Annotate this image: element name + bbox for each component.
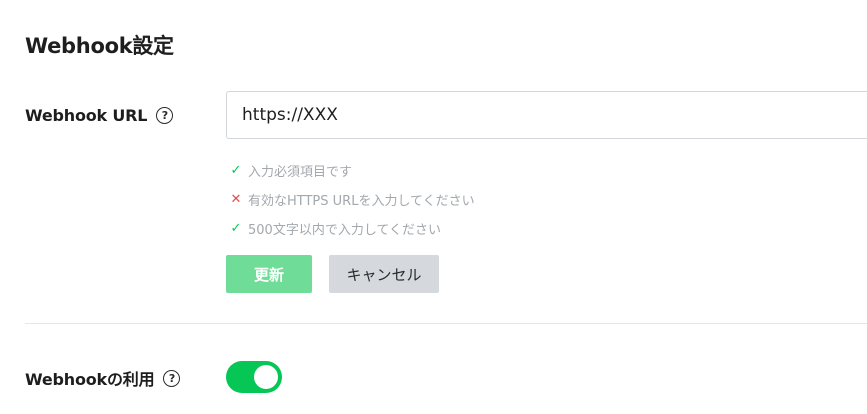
help-icon[interactable]: ? (163, 369, 181, 387)
validation-item: ✓ 入力必須項目です (229, 156, 475, 185)
check-icon: ✓ (230, 163, 242, 178)
toggle-knob (254, 365, 278, 389)
webhook-use-label: Webhookの利用 (25, 370, 155, 389)
validation-text: 有効なHTTPS URLを入力してください (248, 194, 475, 209)
validation-item: ✕ 有効なHTTPS URLを入力してください (229, 185, 475, 214)
webhook-url-label-row: Webhook URL ? (25, 102, 174, 128)
validation-item: ✓ 500文字以内で入力してください (229, 214, 475, 243)
validation-text: 500文字以内で入力してください (248, 223, 442, 238)
update-button[interactable]: 更新 (226, 255, 312, 293)
webhook-use-label-row: Webhookの利用 ? (25, 365, 181, 391)
validation-list: ✓ 入力必須項目です ✕ 有効なHTTPS URLを入力してください ✓ 500… (229, 156, 475, 243)
cancel-button[interactable]: キャンセル (329, 255, 439, 293)
section-divider (25, 323, 867, 324)
webhook-url-input[interactable] (226, 91, 867, 139)
webhook-url-label: Webhook URL (25, 105, 148, 125)
cross-icon: ✕ (230, 192, 242, 207)
validation-text: 入力必須項目です (248, 165, 353, 180)
section-title: Webhook設定 (25, 34, 174, 58)
check-icon: ✓ (230, 221, 242, 236)
webhook-settings-page: Webhook設定 Webhook URL ? ✓ 入力必須項目です ✕ 有効な… (0, 0, 867, 414)
help-icon[interactable]: ? (156, 106, 174, 124)
webhook-use-toggle[interactable] (226, 361, 282, 393)
